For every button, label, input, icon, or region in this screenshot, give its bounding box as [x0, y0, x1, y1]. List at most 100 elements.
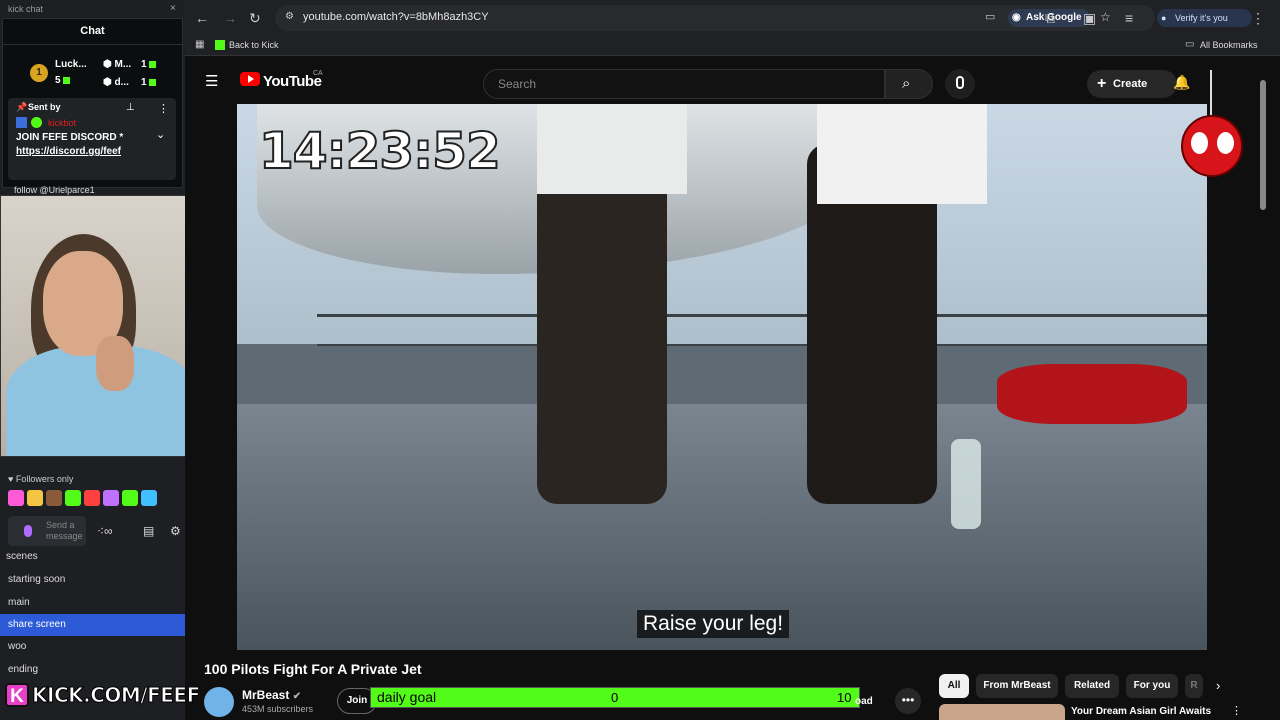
emote-icon[interactable] [46, 490, 62, 506]
emote-icon[interactable] [122, 490, 138, 506]
emote-icon[interactable] [84, 490, 100, 506]
video-title: 100 Pilots Fight For A Private Jet [204, 661, 422, 677]
gift-icon [62, 76, 70, 84]
pinned-sent-by: Sent by [28, 102, 61, 112]
emote-icon[interactable] [141, 490, 157, 506]
page-scrollbar[interactable] [1260, 80, 1266, 210]
more-actions-icon[interactable]: ••• [895, 688, 921, 714]
emote-icon[interactable] [8, 490, 24, 506]
pinned-username[interactable]: kickbot [48, 118, 76, 128]
verified-icon: ✔ [292, 691, 302, 702]
url-text: youtube.com/watch?v=8bMh8azh3CY [303, 11, 489, 23]
daily-goal-bar: daily goal 0 10 [370, 687, 860, 708]
back-arrow-icon[interactable]: ← [195, 10, 209, 26]
chat-divider [3, 44, 182, 45]
badge-icon [16, 117, 27, 128]
obs-scenes-label: scenes [6, 551, 38, 562]
search-icon: ⌕ [902, 75, 911, 92]
screen: kick chat × Chat 1 Luck... 5 ⬢ M... 1 ⬢ … [0, 0, 1280, 720]
all-bookmarks[interactable]: All Bookmarks [1200, 40, 1258, 50]
more-vertical-icon[interactable]: ⋮ [158, 102, 169, 115]
recommended-title[interactable]: Your Dream Asian Girl Awaits [1071, 706, 1211, 717]
kick-url-overlay: K KICK.COM/FEEF [5, 682, 201, 708]
hamburger-menu-icon[interactable]: ☰ [205, 72, 218, 90]
chat-header: Chat [80, 25, 105, 37]
create-button[interactable]: + Create [1087, 70, 1177, 98]
spider-avatar-overlay [1181, 70, 1249, 180]
leaderboard-count-1: 5 [55, 75, 70, 86]
download-button[interactable]: oad [855, 696, 873, 707]
store-icon[interactable]: ▤ [143, 524, 154, 538]
chevron-right-icon[interactable]: › [1216, 678, 1220, 693]
leaderboard-count-3: 1 [141, 77, 156, 88]
apps-grid-icon[interactable]: ▦ [195, 39, 204, 50]
browser-window: ← → ↻ ⚙ youtube.com/watch?v=8bMh8azh3CY … [185, 0, 1280, 720]
rank-badge-icon: 1 [30, 64, 48, 82]
scene-woo[interactable]: woo [0, 636, 185, 658]
cast-icon[interactable]: ▭ [985, 10, 995, 23]
kick-url-text: KICK.COM/FEEF [32, 683, 201, 708]
verified-icon [31, 117, 42, 128]
recommended-thumbnail[interactable] [939, 704, 1065, 720]
chip-partial[interactable]: R [1185, 674, 1203, 698]
scene-starting-soon[interactable]: starting soon [0, 569, 185, 591]
pinned-message[interactable]: 📌 Sent by kickbot JOIN FEFE DISCORD * ht… [8, 98, 176, 180]
emote-bar [8, 490, 180, 510]
leaderboard-entry-2: ⬢ M... [103, 59, 132, 70]
voice-search-button[interactable] [945, 69, 975, 99]
bookmark-back-to-kick[interactable]: Back to Kick [229, 40, 279, 50]
reload-icon[interactable]: ↻ [249, 10, 261, 27]
chip-all[interactable]: All [939, 674, 969, 698]
gift-icon [148, 78, 156, 86]
video-caption: Raise your leg! [637, 610, 790, 638]
channel-name[interactable]: MrBeast ✔ [242, 688, 301, 702]
site-info-icon[interactable]: ⚙ [285, 11, 294, 22]
search-input[interactable]: Search [483, 69, 885, 99]
emote-icon[interactable] [65, 490, 81, 506]
kick-chat-window-title: kick chat [8, 4, 44, 14]
search-placeholder: Search [498, 77, 537, 91]
mic-icon[interactable] [24, 525, 32, 537]
pin-icon: 📌 [16, 102, 28, 112]
channel-avatar[interactable] [204, 687, 234, 717]
chevron-down-icon[interactable]: ⌄ [156, 128, 165, 141]
scene-ending[interactable]: ending [0, 659, 185, 681]
forward-arrow-icon[interactable]: → [223, 10, 237, 26]
more-vertical-icon[interactable]: ⋮ [1231, 704, 1242, 717]
extensions-icon[interactable]: ⧉ [1045, 10, 1055, 27]
chip-related[interactable]: Related [1065, 674, 1119, 698]
profile-verify-button[interactable]: ● Verify it's you [1157, 9, 1252, 27]
goal-current: 0 [611, 690, 619, 705]
browser-menu-icon[interactable]: ⋮ [1251, 10, 1265, 27]
media-icon[interactable]: ≡ [1125, 10, 1133, 26]
close-icon[interactable]: × [170, 3, 176, 14]
avatar-icon: ● [1161, 13, 1167, 23]
address-bar[interactable]: ⚙ youtube.com/watch?v=8bMh8azh3CY ▭ ◉ As… [275, 5, 1155, 31]
star-icon[interactable]: ☆ [1100, 10, 1111, 24]
play-icon [248, 75, 254, 83]
leaderboard-count-2: 1 [141, 59, 156, 70]
chat-input-placeholder: Send a message [46, 520, 83, 541]
pinned-text: JOIN FEFE DISCORD * [16, 132, 124, 143]
scene-share-screen[interactable]: share screen [0, 614, 185, 636]
folder-icon: ▭ [1185, 39, 1195, 50]
discord-link[interactable]: https://discord.gg/feef [16, 146, 121, 157]
video-player[interactable]: 14:23:52 Raise your leg! [237, 104, 1207, 650]
emote-icon[interactable] [27, 490, 43, 506]
plus-icon: + [1097, 75, 1107, 92]
chip-for-you[interactable]: For you [1126, 674, 1178, 698]
settings-dots-icon[interactable]: ⁖∞ [97, 524, 113, 538]
search-button[interactable]: ⌕ [885, 69, 933, 99]
gear-icon[interactable]: ⚙ [170, 524, 181, 538]
unpin-icon[interactable]: ⊥ [126, 102, 135, 113]
browser-toolbar: ← → ↻ ⚙ youtube.com/watch?v=8bMh8azh3CY … [185, 0, 1280, 36]
emote-icon[interactable] [103, 490, 119, 506]
chip-from-mrbeast[interactable]: From MrBeast [976, 674, 1058, 698]
stream-timer: 14:23:52 [258, 121, 502, 181]
scene-main[interactable]: main [0, 592, 185, 614]
youtube-header: ☰ YouTube CA Search ⌕ + Create 🔔 [185, 56, 1280, 104]
chat-message-input[interactable]: Send a message [8, 516, 86, 546]
goal-label: daily goal [377, 689, 437, 705]
tab-search-icon[interactable]: ▣ [1083, 10, 1096, 27]
kick-favicon-icon [215, 40, 225, 50]
